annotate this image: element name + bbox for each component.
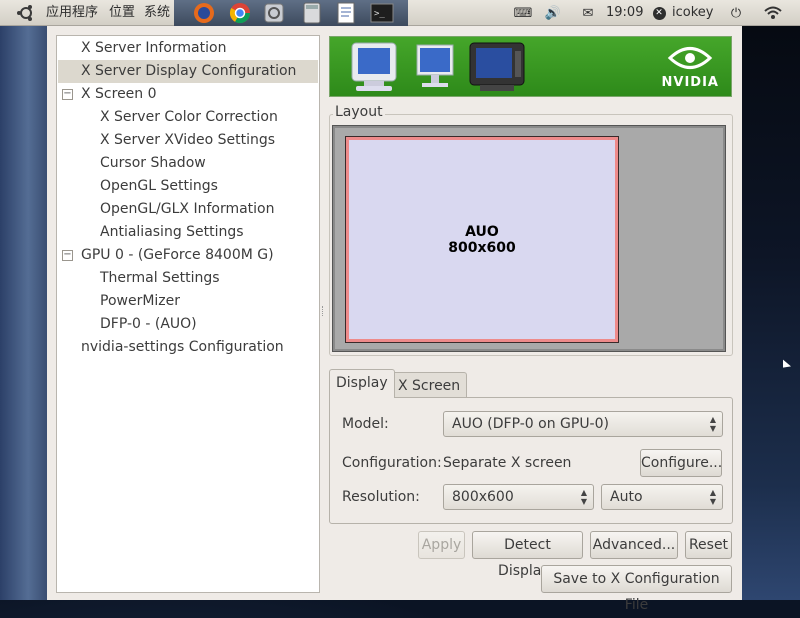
nvidia-eye-icon — [668, 47, 713, 69]
tree-item-label: X Server Color Correction — [100, 109, 278, 125]
desktop-background-left — [0, 26, 47, 600]
terminal-launcher-icon[interactable]: >_ — [367, 1, 397, 25]
tree-item-label: GPU 0 - (GeForce 8400M G) — [81, 247, 274, 263]
tree-item-label: X Server XVideo Settings — [100, 132, 276, 148]
model-select[interactable]: AUO (DFP-0 on GPU-0) ▲ ▼ — [443, 411, 723, 437]
clock[interactable]: 19:09 — [606, 0, 643, 26]
tree-item-label: Thermal Settings — [100, 270, 220, 286]
tree-item-opengl-settings[interactable]: OpenGL Settings — [58, 175, 318, 198]
wifi-icon[interactable] — [764, 4, 782, 22]
spin-arrows-icon: ▲ ▼ — [709, 415, 716, 433]
tree-item-dfp-0[interactable]: DFP-0 - (AUO) — [58, 313, 318, 336]
text-editor-launcher-icon[interactable] — [331, 1, 361, 25]
power-icon[interactable]: ⏻ — [727, 4, 745, 22]
collapse-icon[interactable]: − — [62, 89, 73, 100]
firefox-launcher-icon[interactable] — [189, 1, 219, 25]
tree-item-gpu-0[interactable]: − GPU 0 - (GeForce 8400M G) — [58, 244, 318, 267]
layout-canvas[interactable]: AUO 800x600 — [332, 125, 726, 352]
tree-item-label: Cursor Shadow — [100, 155, 206, 171]
tree-item-nvidia-settings-configuration[interactable]: nvidia-settings Configuration — [58, 336, 318, 359]
svg-text:>_: >_ — [374, 9, 385, 19]
resolution-select-value: 800x600 — [452, 489, 514, 505]
tree-item-label: nvidia-settings Configuration — [81, 339, 284, 355]
crt-monitor-white-icon — [351, 42, 397, 91]
nvidia-logo: NVIDIA — [662, 45, 719, 90]
calculator-launcher-icon[interactable] — [297, 1, 327, 25]
nvidia-logo-text: NVIDIA — [661, 75, 719, 90]
tree-item-antialiasing-settings[interactable]: Antialiasing Settings — [58, 221, 318, 244]
lcd-monitor-icon — [416, 44, 454, 87]
top-panel: 应用程序 位置 系统 >_ ⌨ 🔊 ✉ 19:09 ✕ icokey ⏻ — [0, 0, 800, 26]
spin-arrows-icon: ▲ ▼ — [580, 488, 587, 506]
user-status-icon[interactable]: ✕ — [650, 4, 668, 22]
tv-monitor-black-icon — [469, 42, 525, 91]
tree-item-label: X Server Information — [81, 40, 227, 56]
refresh-rate-select[interactable]: Auto ▲ ▼ — [601, 484, 723, 510]
tree-item-label: X Screen 0 — [81, 86, 157, 102]
tree-item-label: OpenGL/GLX Information — [100, 201, 275, 217]
configuration-label: Configuration: — [342, 455, 442, 471]
refresh-rate-select-value: Auto — [610, 489, 643, 505]
tree-item-x-server-xvideo-settings[interactable]: X Server XVideo Settings — [58, 129, 318, 152]
mail-icon[interactable]: ✉ — [579, 4, 597, 22]
navigation-tree[interactable]: X Server Information X Server Display Co… — [56, 35, 320, 593]
apply-button[interactable]: Apply — [418, 531, 465, 559]
configure-button[interactable]: Configure... — [640, 449, 722, 477]
tab-x-screen[interactable]: X Screen — [391, 372, 468, 398]
menu-places[interactable]: 位置 — [109, 0, 135, 26]
tree-item-thermal-settings[interactable]: Thermal Settings — [58, 267, 318, 290]
tree-item-powermizer[interactable]: PowerMizer — [58, 290, 318, 313]
layout-label: Layout — [333, 104, 385, 120]
model-select-value: AUO (DFP-0 on GPU-0) — [452, 416, 609, 432]
disk-utility-launcher-icon[interactable] — [259, 1, 289, 25]
tree-item-cursor-shadow[interactable]: Cursor Shadow — [58, 152, 318, 175]
display-name: AUO — [465, 223, 499, 240]
advanced-button[interactable]: Advanced... — [590, 531, 678, 559]
tree-item-label: X Server Display Configuration — [81, 63, 297, 79]
tree-item-x-server-information[interactable]: X Server Information — [58, 37, 318, 60]
nvidia-banner: NVIDIA — [329, 36, 732, 97]
tree-item-label: Antialiasing Settings — [100, 224, 244, 240]
pane-splitter[interactable] — [322, 306, 326, 316]
resolution-label: Resolution: — [342, 489, 420, 505]
tree-item-label: PowerMizer — [100, 293, 181, 309]
tree-item-x-server-display-configuration[interactable]: X Server Display Configuration — [58, 60, 318, 83]
tab-display[interactable]: Display — [329, 369, 395, 398]
tree-item-x-server-color-correction[interactable]: X Server Color Correction — [58, 106, 318, 129]
collapse-icon[interactable]: − — [62, 250, 73, 261]
tree-item-label: OpenGL Settings — [100, 178, 218, 194]
menu-system[interactable]: 系统 — [144, 0, 170, 26]
tree-item-x-screen-0[interactable]: − X Screen 0 — [58, 83, 318, 106]
display-resolution: 800x600 — [448, 239, 516, 256]
menu-applications[interactable]: 应用程序 — [46, 0, 98, 26]
nvidia-settings-window: X Server Information X Server Display Co… — [47, 26, 742, 613]
volume-icon[interactable]: 🔊 — [544, 4, 562, 22]
tree-item-opengl-glx-information[interactable]: OpenGL/GLX Information — [58, 198, 318, 221]
keyboard-icon[interactable]: ⌨ — [514, 4, 533, 22]
tree-item-label: DFP-0 - (AUO) — [100, 316, 197, 332]
detect-displays-button[interactable]: Detect Displays — [472, 531, 583, 579]
resolution-select[interactable]: 800x600 ▲ ▼ — [443, 484, 594, 510]
ubuntu-logo-icon[interactable] — [16, 4, 36, 22]
reset-button[interactable]: Reset — [685, 531, 732, 559]
model-label: Model: — [342, 416, 389, 432]
spin-arrows-icon: ▲ ▼ — [709, 488, 716, 506]
save-config-button[interactable]: Save to X Configuration File — [541, 565, 732, 613]
display-tab-panel: Model: AUO (DFP-0 on GPU-0) ▲ ▼ Configura… — [329, 397, 733, 524]
user-name[interactable]: icokey — [672, 0, 713, 26]
display-screen-box[interactable]: AUO 800x600 — [345, 136, 619, 343]
chrome-launcher-icon[interactable] — [225, 1, 255, 25]
desktop-background-right — [742, 26, 800, 600]
configuration-value: Separate X screen — [443, 455, 572, 471]
